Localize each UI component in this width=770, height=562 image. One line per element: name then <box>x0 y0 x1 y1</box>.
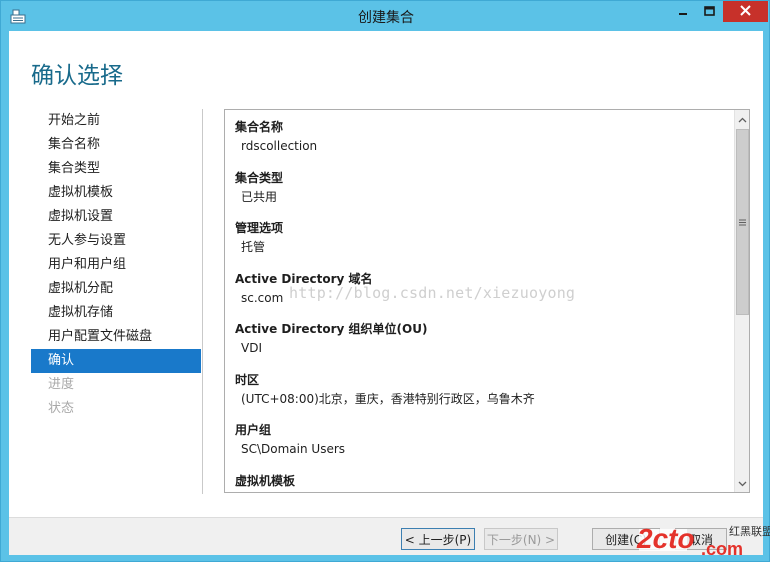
wizard-step-item: 进度 <box>48 377 75 392</box>
detail-field-label: 集合类型 <box>235 170 284 185</box>
confirmation-details-list: 集合名称 rdscollection 集合类型已共用管理选项托管 Active Dir… <box>235 118 725 493</box>
detail-field-label: 管理选项 <box>235 221 284 235</box>
wizard-step-item[interactable]: 虚拟机设置 <box>31 205 201 229</box>
wizard-step-item[interactable]: 虚拟机分配 <box>31 277 201 301</box>
minimize-button[interactable] <box>669 1 696 22</box>
window-title: 创建集合 <box>358 10 414 26</box>
detail-field: 时区 (UTC+08:00)北京，重庆，香港特别行政区，乌鲁木齐 <box>235 371 725 422</box>
detail-field-value: 已共用 <box>241 189 278 204</box>
detail-field-label: 用户组 <box>235 423 272 437</box>
detail-field-value: 托管 <box>241 240 266 254</box>
detail-field-value: VDI <box>241 341 262 355</box>
detail-field: Active Directory 组织单位(OU) VDI <box>235 320 725 371</box>
scroll-down-button[interactable] <box>735 475 749 491</box>
nav-divider <box>202 109 203 494</box>
close-button[interactable] <box>723 1 768 22</box>
wizard-step-item[interactable]: 无人参与设置 <box>31 229 201 253</box>
wizard-step-item[interactable]: 用户和用户组 <box>31 253 201 277</box>
window: 创建集合 确认选择 开始之前 集合名称 集合类型 虚拟机模板 虚拟机设置 无人参与设置 用户… <box>0 0 770 562</box>
wizard-steps-nav: 开始之前 集合名称 集合类型 虚拟机模板 虚拟机设置 无人参与设置 用户和用户组 虚拟机分配虚… <box>31 109 201 421</box>
detail-field-label: Active Directory 组织单位(OU) <box>235 322 428 336</box>
detail-field: 集合类型 已共用 <box>235 169 725 220</box>
next-button[interactable]: 下一步(N) > <box>484 528 558 550</box>
detail-field-value: (UTC+08:00)北京，重庆，香港特别行政区，乌鲁木齐 <box>241 391 535 406</box>
vertical-scrollbar[interactable] <box>734 110 749 492</box>
close-icon <box>740 4 751 19</box>
wizard-step-item[interactable]: 虚拟机模板 <box>31 181 201 205</box>
scroll-up-icon <box>738 112 747 126</box>
logo-text-redblack: 红黑联盟 <box>729 525 770 538</box>
detail-field-value: rdscollection <box>241 139 318 153</box>
wizard-client-area: 确认选择 开始之前 集合名称 集合类型 虚拟机模板 虚拟机设置 无人参与设置 用户和用户组虚… <box>9 31 763 555</box>
logo-text-2cto: 2cto <box>636 523 695 554</box>
wizard-step-item[interactable]: 确认 <box>31 349 201 373</box>
detail-field-label: 时区 <box>235 372 260 387</box>
wizard-step-item[interactable]: 用户配置文件磁盘 <box>31 325 201 349</box>
detail-field: 虚拟机模板 <box>235 472 725 493</box>
detail-field-value <box>235 490 725 493</box>
detail-field: 集合名称 rdscollection <box>235 118 725 169</box>
wizard-step-item[interactable]: 虚拟机存储 <box>31 301 201 325</box>
wizard-step-item[interactable]: 集合名称 <box>31 133 201 157</box>
previous-button[interactable]: < 上一步(P) <box>401 528 475 550</box>
maximize-icon <box>704 5 715 19</box>
detail-field: 用户组 SC\Domain Users <box>235 421 725 472</box>
watermark-text: http://blog.csdn.net/xiezuoyong <box>289 284 576 302</box>
logo-text-com: .com <box>701 539 743 559</box>
scroll-thumb[interactable] <box>736 129 749 315</box>
wizard-step-item: 状态 <box>48 401 75 416</box>
scroll-up-button[interactable] <box>735 111 749 127</box>
scroll-grip-icon <box>739 215 746 229</box>
wizard-step-item[interactable]: 开始之前 <box>31 109 201 133</box>
wizard-step-item[interactable]: 集合类型 <box>31 157 201 181</box>
title-bar[interactable]: 创建集合 <box>1 1 770 31</box>
scroll-down-icon <box>738 476 747 490</box>
page-title: 确认选择 <box>31 63 123 89</box>
detail-field-label: 虚拟机模板 <box>235 473 296 488</box>
maximize-button[interactable] <box>696 1 723 22</box>
watermark-logo: 2cto .com 红黑联盟 <box>636 523 770 559</box>
detail-field: 管理选项托管 <box>235 219 725 270</box>
minimize-icon <box>678 5 688 19</box>
detail-field-label: 集合名称 <box>235 120 284 134</box>
detail-field-value: SC\Domain Users <box>241 442 346 456</box>
